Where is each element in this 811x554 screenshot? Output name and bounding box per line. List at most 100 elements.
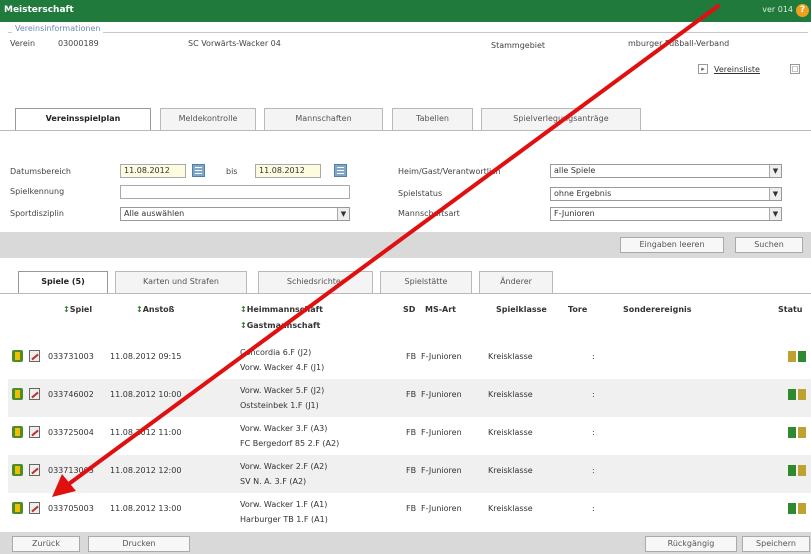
edit-game-icon[interactable]	[29, 350, 40, 362]
status-icon[interactable]	[798, 389, 806, 400]
edit-report-icon[interactable]	[12, 426, 23, 438]
cell-anstoss: 11.08.2012 11:00	[110, 428, 182, 437]
cell-anstoss: 11.08.2012 10:00	[110, 390, 182, 399]
verein-number: 03000189	[58, 39, 99, 48]
undo-button[interactable]: Rückgängig	[645, 536, 737, 552]
cell-gast: Vorw. Wacker 4.F (J1)	[240, 363, 325, 372]
vereinsinfo-panel: Vereinsinformationen Verein 03000189 SC …	[8, 24, 808, 86]
tab-spielstaette[interactable]: Spielstätte	[380, 271, 472, 293]
status-icon[interactable]	[798, 427, 806, 438]
spielstatus-select[interactable]: ohne Ergebnis ▼	[550, 187, 782, 201]
edit-game-icon[interactable]	[29, 388, 40, 400]
cell-heim: Vorw. Wacker 1.F (A1)	[240, 500, 328, 509]
tab-schiedsrichter[interactable]: Schiedsrichter	[258, 271, 373, 293]
sub-tabs: Spiele (5) Karten und Strafen Schiedsric…	[0, 271, 811, 294]
col-anstoss[interactable]: ↕Anstoß	[136, 305, 174, 314]
print-button[interactable]: Drucken	[88, 536, 190, 552]
cell-tore: :	[592, 352, 595, 361]
version-label: ver 014	[762, 5, 793, 14]
cell-sd: FB	[406, 352, 417, 361]
save-button[interactable]: Speichern	[742, 536, 810, 552]
clear-inputs-button[interactable]: Eingaben leeren	[620, 237, 724, 253]
status-icon[interactable]	[788, 427, 796, 438]
status-icon[interactable]	[788, 465, 796, 476]
bottom-action-bar: Zurück Drucken Rückgängig Speichern	[0, 532, 811, 554]
filter-action-bar: Eingaben leeren Suchen	[0, 232, 811, 258]
status-icon[interactable]	[798, 465, 806, 476]
tab-spielverlegungsantraege[interactable]: Spielverlegungsanträge	[481, 108, 641, 130]
edit-game-icon[interactable]	[29, 502, 40, 514]
cell-spielklasse: Kreisklasse	[488, 466, 533, 475]
cell-gast: FC Bergedorf 85 2.F (A2)	[240, 439, 340, 448]
cell-sd: FB	[406, 504, 417, 513]
col-heim[interactable]: ↕Heimmannschaft	[240, 305, 323, 314]
tab-meldekontrolle[interactable]: Meldekontrolle	[160, 108, 256, 130]
table-row[interactable]: 033725004 11.08.2012 11:00 Vorw. Wacker …	[8, 417, 811, 455]
table-row[interactable]: 033713003 11.08.2012 12:00 Vorw. Wacker …	[8, 455, 811, 493]
col-status: Statu	[778, 305, 803, 314]
col-spiel[interactable]: ↕Spiel	[63, 305, 92, 314]
cell-msart: F-Junioren	[421, 466, 462, 475]
tab-vereinsspielplan[interactable]: Vereinsspielplan	[15, 108, 151, 131]
calendar-to-icon[interactable]	[334, 164, 347, 177]
col-msart: MS-Art	[425, 305, 457, 314]
cell-tore: :	[592, 428, 595, 437]
date-from-input[interactable]: 11.08.2012	[120, 164, 186, 178]
search-button[interactable]: Suchen	[735, 237, 803, 253]
edit-game-icon[interactable]	[29, 464, 40, 476]
heim-gast-label: Heim/Gast/Verantwortlich	[398, 167, 501, 176]
sportdisziplin-value: Alle auswählen	[124, 209, 185, 218]
edit-report-icon[interactable]	[12, 350, 23, 362]
mannschaftsart-value: F-Junioren	[554, 209, 595, 218]
col-gast[interactable]: ↕Gastmannschaft	[240, 321, 320, 330]
cell-spiel: 033705003	[48, 504, 94, 513]
popup-icon[interactable]: □	[790, 64, 800, 74]
status-icon[interactable]	[788, 351, 796, 362]
calendar-from-icon[interactable]	[192, 164, 205, 177]
cell-tore: :	[592, 390, 595, 399]
spielkennung-label: Spielkennung	[10, 187, 65, 196]
cell-spiel: 033713003	[48, 466, 94, 475]
status-icon[interactable]	[798, 351, 806, 362]
col-tore: Tore	[568, 305, 588, 314]
help-icon[interactable]: ?	[796, 4, 809, 17]
sportdisziplin-label: Sportdisziplin	[10, 209, 64, 218]
verein-label: Verein	[10, 39, 36, 48]
mannschaftsart-select[interactable]: F-Junioren ▼	[550, 207, 782, 221]
window-title: Meisterschaft	[4, 5, 74, 15]
tab-tabellen[interactable]: Tabellen	[392, 108, 473, 130]
table-row[interactable]: 033705003 11.08.2012 13:00 Vorw. Wacker …	[8, 493, 811, 531]
status-icon[interactable]	[788, 389, 796, 400]
spielkennung-input[interactable]	[120, 185, 350, 199]
tab-aenderer[interactable]: Änderer	[479, 271, 553, 293]
edit-report-icon[interactable]	[12, 388, 23, 400]
cell-spielklasse: Kreisklasse	[488, 428, 533, 437]
back-button[interactable]: Zurück	[12, 536, 80, 552]
cell-sd: FB	[406, 466, 417, 475]
cell-heim: Vorw. Wacker 3.F (A3)	[240, 424, 328, 433]
chevron-down-icon: ▼	[769, 208, 781, 220]
tab-karten-strafen[interactable]: Karten und Strafen	[115, 271, 247, 293]
vereinsinfo-legend: Vereinsinformationen	[12, 24, 104, 33]
cell-gast: SV N. A. 3.F (A2)	[240, 477, 307, 486]
vereinsliste-link[interactable]: Vereinsliste	[714, 65, 760, 74]
cell-tore: :	[592, 466, 595, 475]
edit-report-icon[interactable]	[12, 502, 23, 514]
status-icon[interactable]	[788, 503, 796, 514]
sportdisziplin-select[interactable]: Alle auswählen ▼	[120, 207, 350, 221]
tab-divider	[0, 130, 811, 131]
date-to-input[interactable]: 11.08.2012	[255, 164, 321, 178]
cell-sd: FB	[406, 428, 417, 437]
cell-anstoss: 11.08.2012 09:15	[110, 352, 182, 361]
vereinsliste-icon[interactable]: ▸	[698, 64, 708, 74]
edit-report-icon[interactable]	[12, 464, 23, 476]
status-icon[interactable]	[798, 503, 806, 514]
tab-mannschaften[interactable]: Mannschaften	[264, 108, 383, 130]
edit-game-icon[interactable]	[29, 426, 40, 438]
tab-spiele[interactable]: Spiele (5)	[18, 271, 108, 294]
table-row[interactable]: 033731003 11.08.2012 09:15 Concordia 6.F…	[8, 341, 811, 379]
cell-tore: :	[592, 504, 595, 513]
cell-gast: Oststeinbek 1.F (J1)	[240, 401, 319, 410]
heim-gast-select[interactable]: alle Spiele ▼	[550, 164, 782, 178]
table-row[interactable]: 033746002 11.08.2012 10:00 Vorw. Wacker …	[8, 379, 811, 417]
